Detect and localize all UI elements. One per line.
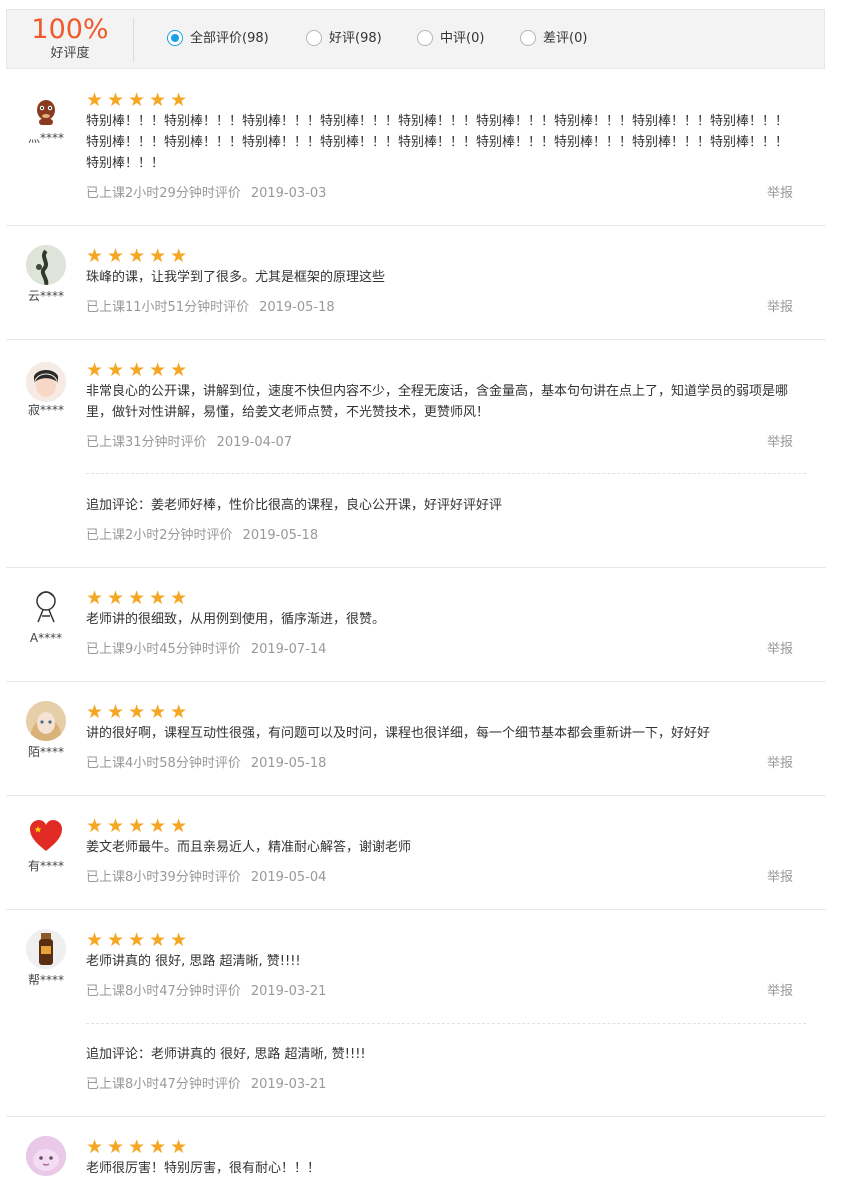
review-item: ★★★★★ 老师很厉害！特别厉害，很有耐心！！！ xyxy=(6,1117,826,1186)
study-time: 已上课31分钟时评价 xyxy=(86,435,207,450)
user-avatar xyxy=(26,815,66,855)
star-rating: ★★★★★ xyxy=(86,701,192,723)
positive-rate-value: 100% xyxy=(31,14,109,45)
star-rating: ★★★★★ xyxy=(86,89,192,111)
review-date: 2019-03-21 xyxy=(250,984,327,999)
study-time: 已上课2小时29分钟时评价 xyxy=(86,186,241,201)
review-text: 珠峰的课，让我学到了很多。尤其是框架的原理这些 xyxy=(86,270,386,285)
rating-summary-bar: 100% 好评度 全部评价(98) 好评(98) 中评(0) 差评(0) xyxy=(6,9,825,69)
review-meta: 已上课4小时58分钟时评价 2019-05-18 xyxy=(86,755,326,773)
review-text: 非常良心的公开课，讲解到位，速度不快但内容不少，全程无废话，含金量高，基本句句讲… xyxy=(86,384,789,420)
study-time: 已上课8小时47分钟时评价 xyxy=(86,984,241,999)
followup-divider xyxy=(86,1023,806,1024)
star-rating: ★★★★★ xyxy=(86,587,192,609)
summary-divider xyxy=(133,18,134,62)
review-date: 2019-04-07 xyxy=(216,435,293,450)
review-date: 2019-05-18 xyxy=(250,756,327,771)
followup-divider xyxy=(86,473,806,474)
radio-icon[interactable] xyxy=(417,30,433,46)
username: 寂**** xyxy=(27,403,64,417)
followup-date: 2019-03-21 xyxy=(250,1077,327,1092)
positive-rate-label: 好评度 xyxy=(50,46,90,61)
review-item: 寂**** ★★★★★ 非常良心的公开课，讲解到位，速度不快但内容不少，全程无废… xyxy=(6,340,826,568)
user-avatar xyxy=(26,701,66,741)
review-item: 帮**** ★★★★★ 老师讲真的 很好, 思路 超清晰, 赞!!!! 已上课8… xyxy=(6,910,826,1117)
review-meta: 已上课31分钟时评价 2019-04-07 xyxy=(86,434,292,452)
radio-checked-icon[interactable] xyxy=(167,30,183,46)
report-link[interactable]: 举报 xyxy=(767,299,793,317)
followup-meta: 已上课8小时47分钟时评价 2019-03-21 xyxy=(86,1076,326,1094)
radio-icon[interactable] xyxy=(306,30,322,46)
user-avatar xyxy=(26,1136,66,1176)
review-text: 老师很厉害！特别厉害，很有耐心！！！ xyxy=(86,1161,321,1176)
review-text: 老师讲的很细致，从用例到使用，循序渐进，很赞。 xyxy=(86,612,386,627)
report-link[interactable]: 举报 xyxy=(767,641,793,659)
review-text: 特别棒！！！特别棒！！！特别棒！！！特别棒！！！特别棒！！！特别棒！！！特别棒！… xyxy=(86,114,789,171)
user-avatar xyxy=(26,362,66,402)
review-meta: 已上课8小时47分钟时评价 2019-03-21 xyxy=(86,983,326,1001)
star-rating: ★★★★★ xyxy=(86,929,192,951)
followup-study-time: 已上课8小时47分钟时评价 xyxy=(86,1077,241,1092)
username: 帮**** xyxy=(27,973,64,987)
user-avatar xyxy=(26,245,66,285)
star-rating: ★★★★★ xyxy=(86,245,192,267)
username: 云**** xyxy=(27,289,64,303)
username: A**** xyxy=(29,631,63,645)
review-date: 2019-07-14 xyxy=(250,642,327,657)
report-link[interactable]: 举报 xyxy=(767,869,793,887)
review-text: 讲的很好啊，课程互动性很强，有问题可以及时问，课程也很详细，每一个细节基本都会重… xyxy=(86,726,711,741)
star-rating: ★★★★★ xyxy=(86,1136,192,1158)
star-rating: ★★★★★ xyxy=(86,359,192,381)
filter-label: 全部评价(98) xyxy=(190,31,269,46)
review-item: A**** ★★★★★ 老师讲的很细致，从用例到使用，循序渐进，很赞。 已上课9… xyxy=(6,568,826,682)
review-meta: 已上课9小时45分钟时评价 2019-07-14 xyxy=(86,641,326,659)
review-meta: 已上课8小时39分钟时评价 2019-05-04 xyxy=(86,869,326,887)
filter-label: 中评(0) xyxy=(440,31,485,46)
review-item: 云**** ★★★★★ 珠峰的课，让我学到了很多。尤其是框架的原理这些 已上课1… xyxy=(6,226,826,340)
report-link[interactable]: 举报 xyxy=(767,185,793,203)
review-date: 2019-05-04 xyxy=(250,870,327,885)
study-time: 已上课4小时58分钟时评价 xyxy=(86,756,241,771)
review-item: 灬**** ★★★★★ 特别棒！！！特别棒！！！特别棒！！！特别棒！！！特别棒！… xyxy=(6,70,826,226)
followup-study-time: 已上课2小时2分钟时评价 xyxy=(86,528,233,543)
study-time: 已上课11小时51分钟时评价 xyxy=(86,300,250,315)
username: 陌**** xyxy=(27,745,64,759)
followup-text: 追加评论：姜老师好棒，性价比很高的课程，良心公开课，好评好评好评 xyxy=(86,498,503,513)
filter-label: 好评(98) xyxy=(329,31,382,46)
username: 有**** xyxy=(27,859,64,873)
review-meta: 已上课2小时29分钟时评价 2019-03-03 xyxy=(86,185,326,203)
followup-text: 追加评论：老师讲真的 很好, 思路 超清晰, 赞!!!! xyxy=(86,1047,366,1062)
review-item: 陌**** ★★★★★ 讲的很好啊，课程互动性很强，有问题可以及时问，课程也很详… xyxy=(6,682,826,796)
radio-icon[interactable] xyxy=(520,30,536,46)
report-link[interactable]: 举报 xyxy=(767,755,793,773)
report-link[interactable]: 举报 xyxy=(767,434,793,452)
study-time: 已上课8小时39分钟时评价 xyxy=(86,870,241,885)
review-text: 姜文老师最牛。而且亲易近人，精准耐心解答，谢谢老师 xyxy=(86,840,412,855)
user-avatar xyxy=(26,92,66,132)
review-item: 有**** ★★★★★ 姜文老师最牛。而且亲易近人，精准耐心解答，谢谢老师 已上… xyxy=(6,796,826,910)
user-avatar xyxy=(26,586,66,626)
user-avatar xyxy=(26,929,66,969)
review-date: 2019-05-18 xyxy=(259,300,335,315)
star-rating: ★★★★★ xyxy=(86,815,192,837)
review-text: 老师讲真的 很好, 思路 超清晰, 赞!!!! xyxy=(86,954,301,969)
followup-meta: 已上课2小时2分钟时评价 2019-05-18 xyxy=(86,527,318,545)
filter-label: 差评(0) xyxy=(543,31,588,46)
followup-date: 2019-05-18 xyxy=(242,528,319,543)
report-link[interactable]: 举报 xyxy=(767,983,793,1001)
study-time: 已上课9小时45分钟时评价 xyxy=(86,642,241,657)
review-meta: 已上课11小时51分钟时评价 2019-05-18 xyxy=(86,299,335,317)
review-date: 2019-03-03 xyxy=(250,186,327,201)
username: 灬**** xyxy=(27,131,64,145)
rating-score-box: 100% 好评度 xyxy=(7,10,133,68)
